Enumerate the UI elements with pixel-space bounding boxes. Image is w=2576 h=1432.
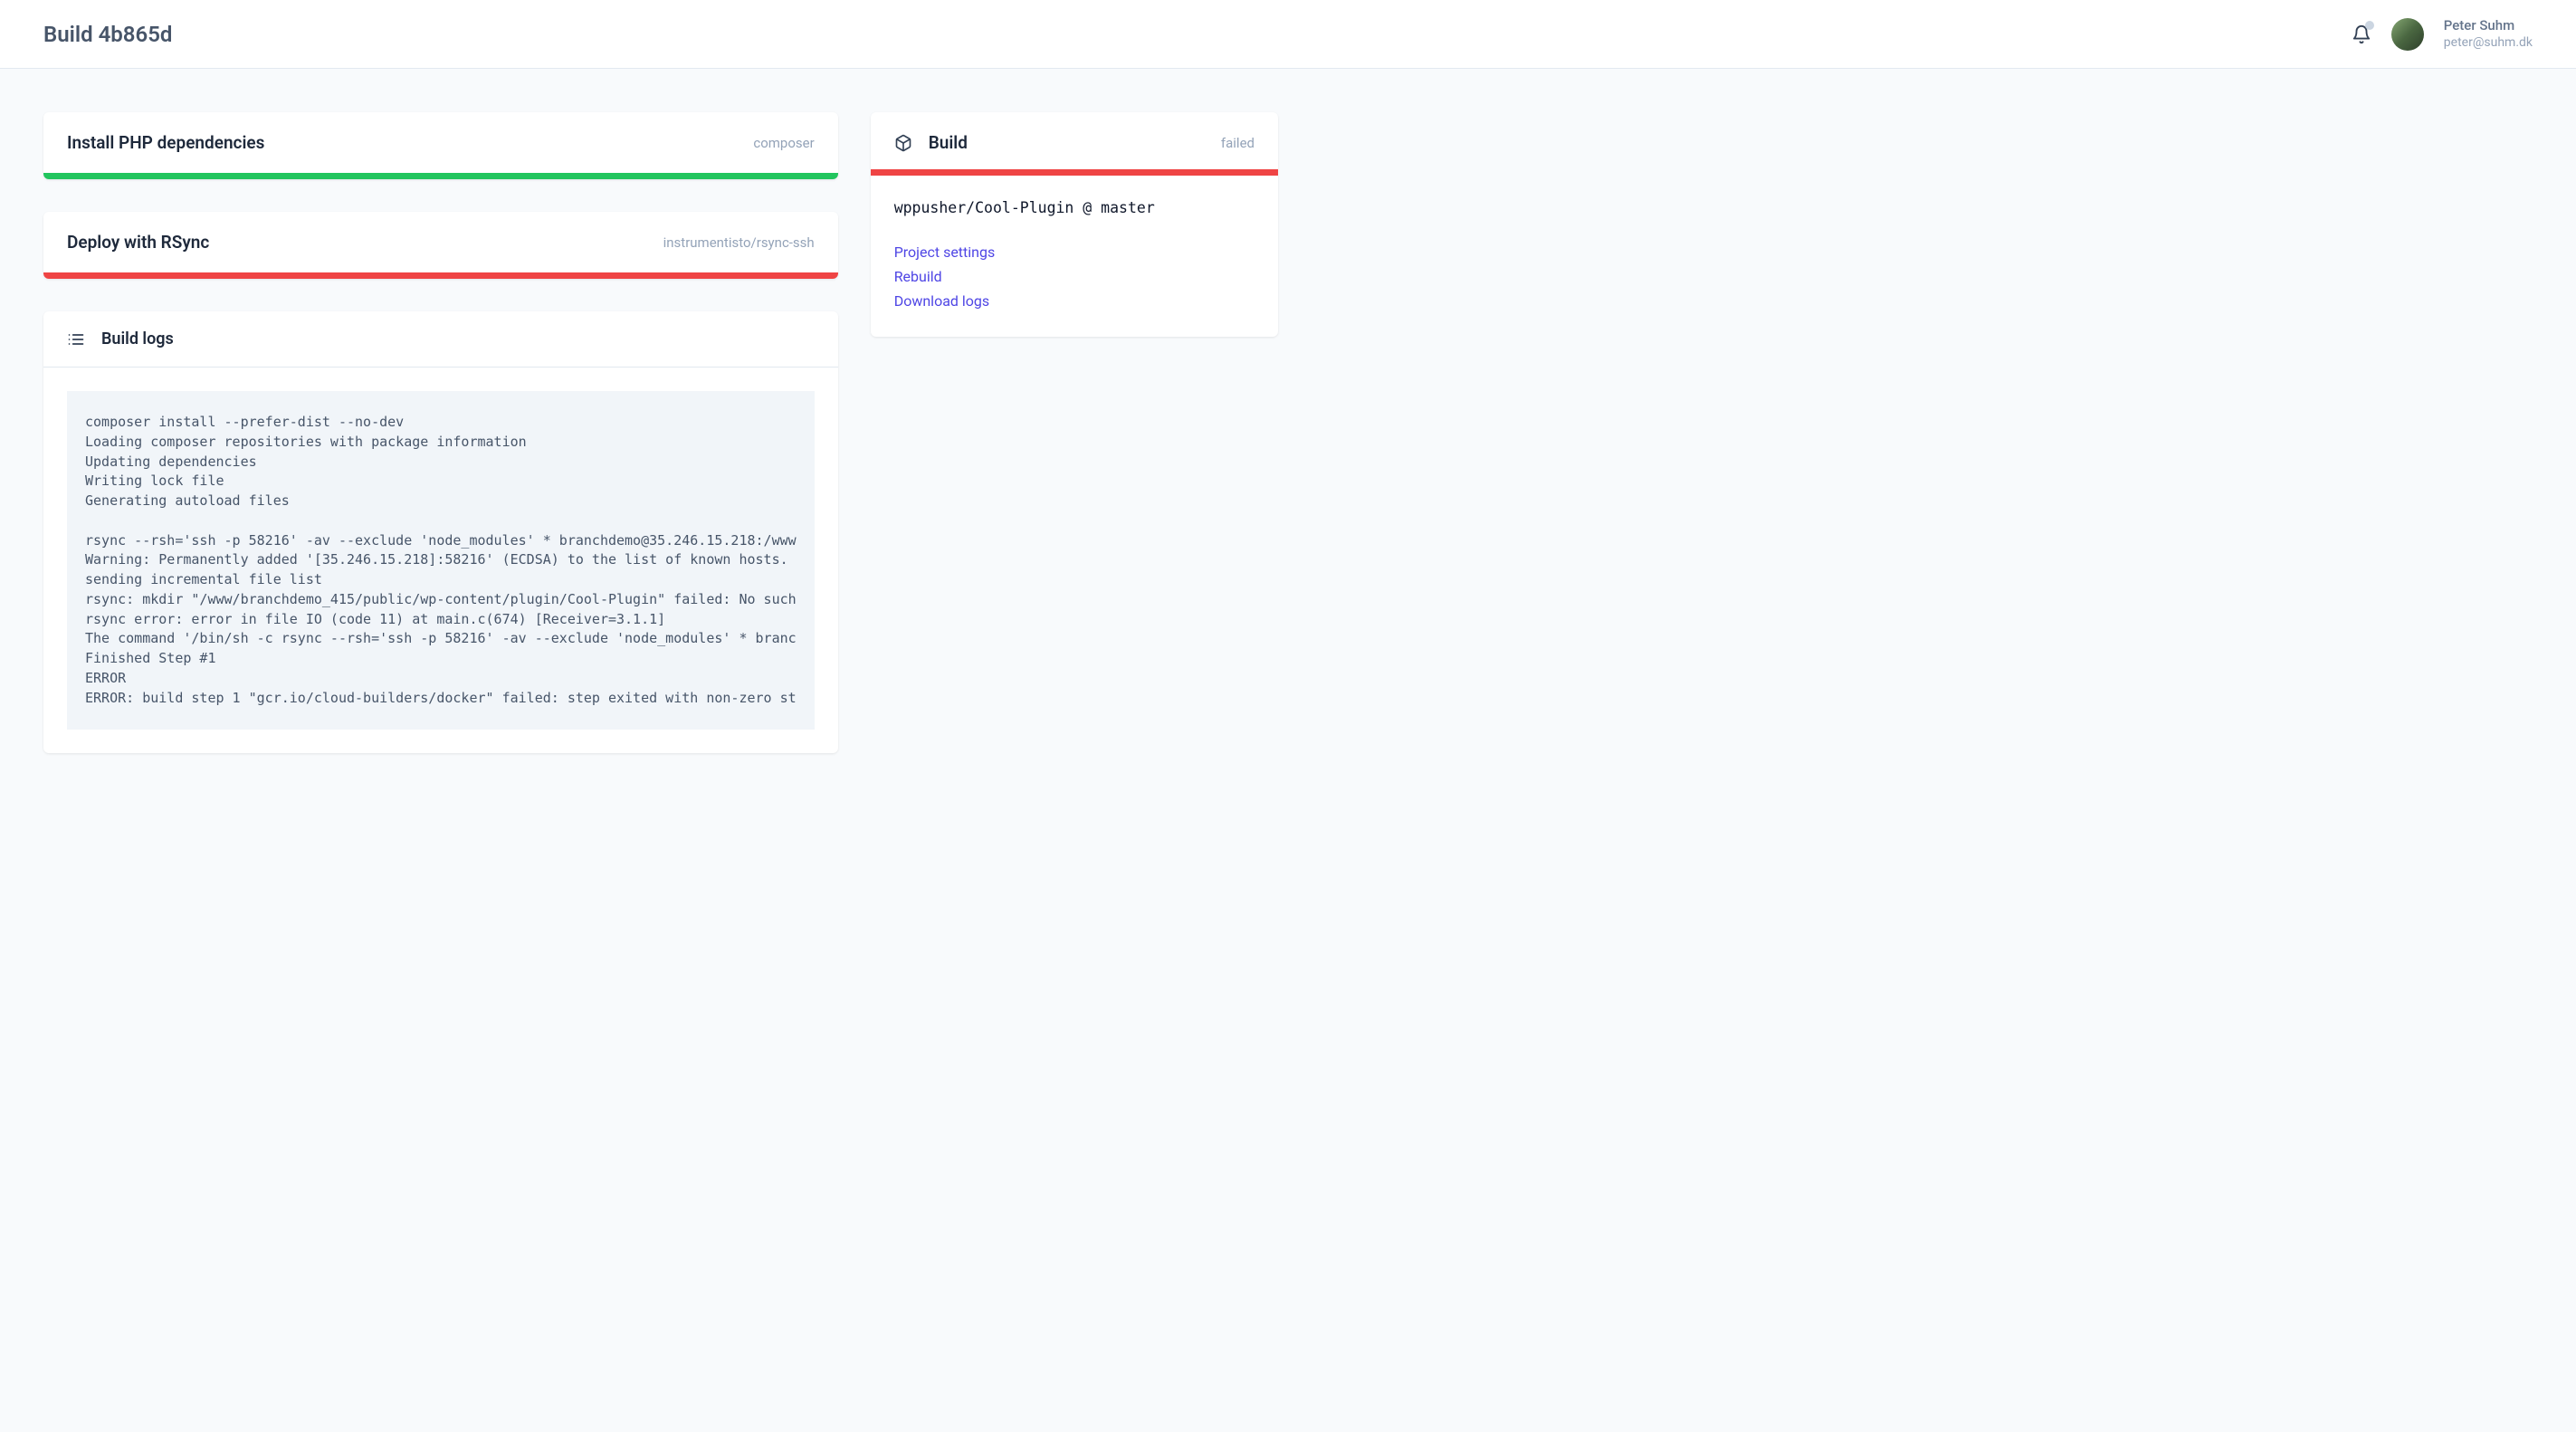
- box-icon: [894, 134, 912, 152]
- step-meta: instrumentisto/rsync-ssh: [663, 234, 815, 251]
- logs-output[interactable]: composer install --prefer-dist --no-dev …: [67, 391, 815, 730]
- download-logs-link[interactable]: Download logs: [894, 292, 1255, 310]
- notifications-button[interactable]: [2352, 24, 2371, 44]
- logs-header: Build logs: [43, 311, 838, 368]
- status-bar-failed: [871, 169, 1278, 176]
- status-bar-success: [43, 173, 838, 179]
- step-meta: composer: [753, 135, 814, 151]
- project-settings-link[interactable]: Project settings: [894, 243, 1255, 261]
- logs-title: Build logs: [101, 329, 174, 348]
- user-name: Peter Suhm: [2444, 16, 2533, 34]
- step-card-deploy[interactable]: Deploy with RSync instrumentisto/rsync-s…: [43, 212, 838, 279]
- header-actions: Peter Suhm peter@suhm.dk: [2352, 16, 2533, 52]
- avatar[interactable]: [2391, 18, 2424, 51]
- top-header: Build 4b865d Peter Suhm peter@suhm.dk: [0, 0, 2576, 69]
- build-logs-card: Build logs composer install --prefer-dis…: [43, 311, 838, 753]
- page-title: Build 4b865d: [43, 22, 172, 47]
- user-info[interactable]: Peter Suhm peter@suhm.dk: [2444, 16, 2533, 52]
- summary-title: Build: [929, 132, 968, 153]
- step-card-install[interactable]: Install PHP dependencies composer: [43, 112, 838, 179]
- step-title: Install PHP dependencies: [67, 132, 264, 153]
- user-email: peter@suhm.dk: [2444, 34, 2533, 52]
- repo-reference: wppusher/Cool-Plugin @ master: [894, 199, 1255, 216]
- build-summary-card: Build failed wppusher/Cool-Plugin @ mast…: [871, 112, 1278, 337]
- notification-dot: [2365, 21, 2374, 30]
- status-bar-failed: [43, 272, 838, 279]
- step-title: Deploy with RSync: [67, 232, 209, 253]
- summary-header: Build failed: [871, 112, 1278, 169]
- status-badge: failed: [1221, 135, 1255, 151]
- rebuild-link[interactable]: Rebuild: [894, 268, 1255, 285]
- list-icon: [67, 330, 85, 348]
